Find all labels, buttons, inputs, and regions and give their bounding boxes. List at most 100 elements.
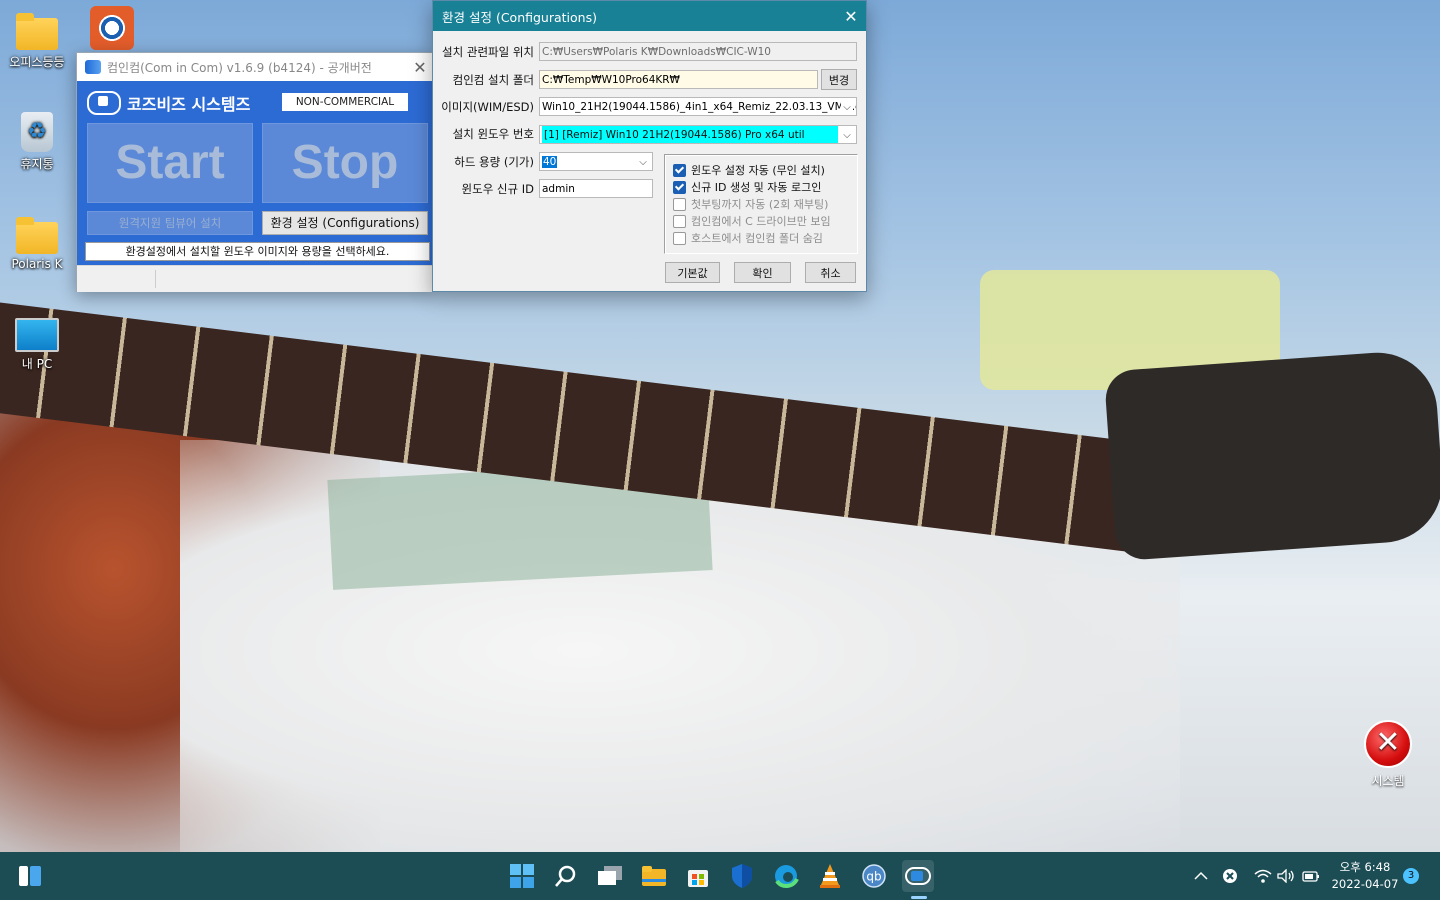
ok-button[interactable]: 확인 <box>734 262 791 283</box>
cic-main-window: 컴인컴(Com in Com) v1.6.9 (b4124) - 공개버전 ✕ … <box>76 52 434 292</box>
desktop-icon-office[interactable]: 오피스등등 <box>2 12 72 70</box>
desktop-icon-polaris[interactable]: Polaris K <box>2 216 72 271</box>
option-hide-folder-checkbox: 호스트에서 컴인컴 폴더 숨김 <box>673 230 823 246</box>
recycle-bin-icon: ♻ <box>21 112 53 152</box>
option-label: 신규 ID 생성 및 자동 로그인 <box>691 181 822 194</box>
window-title: 컴인컴(Com in Com) v1.6.9 (b4124) - 공개버전 <box>107 60 372 75</box>
cic-app-icon <box>85 60 101 74</box>
hint-text: 환경설정에서 설치할 윈도우 이미지와 용량을 선택하세요. <box>85 242 430 261</box>
desktop-icon-system[interactable]: ✕ 시스템 <box>1360 720 1416 789</box>
checkbox-empty-icon <box>673 214 686 228</box>
disk-size-label: 하드 용량 (기가) <box>454 155 534 169</box>
active-app-indicator <box>911 896 927 899</box>
option-label: 첫부팅까지 자동 (2회 재부팅) <box>691 198 829 211</box>
checkbox-empty-icon <box>673 231 686 245</box>
image-label: 이미지(WIM/ESD) <box>441 100 534 114</box>
vlc-icon[interactable] <box>814 860 846 892</box>
chevron-down-icon[interactable]: ⌵ <box>841 98 853 115</box>
disk-size-select[interactable]: 40 ⌵ <box>539 152 653 171</box>
error-x-icon: ✕ <box>1364 720 1412 768</box>
option-label: 컴인컴에서 C 드라이브만 보임 <box>691 215 831 228</box>
new-user-id-field[interactable]: admin <box>539 179 653 198</box>
cancel-button[interactable]: 취소 <box>805 262 856 283</box>
config-dialog: 환경 설정 (Configurations) ✕ 설치 관련파일 위치 C:₩U… <box>432 0 867 292</box>
configurations-button[interactable]: 환경 설정 (Configurations) <box>262 211 428 235</box>
chevron-down-icon[interactable]: ⌵ <box>637 153 649 170</box>
desktop-icon-label: 오피스등등 <box>9 55 65 69</box>
image-select[interactable]: Win10_21H2(19044.1586)_4in1_x64_Remiz_22… <box>539 97 857 116</box>
teamviewer-install-button[interactable]: 원격지원 팀뷰어 설치 <box>87 211 253 235</box>
close-icon[interactable]: ✕ <box>407 58 433 77</box>
file-explorer-icon[interactable] <box>638 860 670 892</box>
change-folder-button[interactable]: 변경 <box>821 69 857 90</box>
clock-date: 2022-04-07 <box>1331 877 1399 891</box>
image-select-value: Win10_21H2(19044.1586)_4in1_x64_Remiz_22… <box>542 101 857 113</box>
status-separator <box>155 270 156 288</box>
edge-browser-icon[interactable] <box>770 860 802 892</box>
volume-icon[interactable] <box>1277 852 1295 900</box>
chevron-down-icon[interactable]: ⌵ <box>841 126 853 143</box>
install-files-location-field: C:₩Users₩Polaris K₩Downloads₩CIC-W10 <box>539 42 857 61</box>
desktop-icon-label: Polaris K <box>11 257 63 271</box>
desktop-icon-recycle-bin[interactable]: ♻ 휴지통 <box>2 112 72 172</box>
option-auto-login-checkbox[interactable]: 신규 ID 생성 및 자동 로그인 <box>673 179 821 195</box>
store-icon[interactable] <box>682 860 714 892</box>
option-first-boot-checkbox: 첫부팅까지 자동 (2회 재부팅) <box>673 196 828 212</box>
cic-taskbar-icon[interactable] <box>902 860 934 892</box>
disk-size-value: 40 <box>542 156 558 168</box>
option-c-drive-only-checkbox: 컴인컴에서 C 드라이브만 보임 <box>673 213 831 229</box>
start-menu-icon[interactable] <box>506 860 538 892</box>
wallpaper-guitar-headstock <box>1103 348 1440 562</box>
stop-button[interactable]: Stop <box>262 123 428 203</box>
windows-index-select[interactable]: [1] [Remiz] Win10 21H2(19044.1586) Pro x… <box>539 125 857 144</box>
close-icon[interactable]: ✕ <box>836 7 866 26</box>
option-label: 호스트에서 컴인컴 폴더 숨김 <box>691 232 823 245</box>
show-hidden-icons-chevron-up-icon[interactable] <box>1194 852 1208 900</box>
option-label: 윈도우 설정 자동 (무인 설치) <box>691 164 825 177</box>
cosbiz-logo-icon <box>87 91 121 115</box>
install-folder-field[interactable]: C:₩Temp₩W10Pro64KR₩ <box>539 70 818 89</box>
monitor-icon <box>15 318 59 352</box>
desktop-icon-label: 내 PC <box>21 357 53 371</box>
shield-icon[interactable] <box>726 860 758 892</box>
system-clock[interactable]: 오후 6:48 2022-04-07 <box>1328 859 1402 893</box>
license-badge: NON-COMMERCIAL <box>282 93 408 111</box>
default-button[interactable]: 기본값 <box>665 262 720 283</box>
search-icon[interactable] <box>550 860 582 892</box>
desktop-icon-this-pc[interactable]: 내 PC <box>2 318 72 372</box>
app-body: 코즈비즈 시스템즈 NON-COMMERCIAL Start Stop 원격지원… <box>77 81 433 265</box>
widgets-icon[interactable] <box>14 860 46 892</box>
folder-icon <box>16 217 58 254</box>
task-view-icon[interactable] <box>594 860 626 892</box>
brand-logo: 코즈비즈 시스템즈 <box>87 91 250 115</box>
checkbox-empty-icon <box>673 197 686 211</box>
notification-count-badge[interactable]: 3 <box>1403 868 1419 884</box>
qb-label: qb <box>866 870 881 884</box>
dialog-title: 환경 설정 (Configurations) <box>442 9 597 25</box>
checkbox-checked-icon <box>673 163 686 177</box>
eye-viewer-icon <box>90 6 134 50</box>
option-unattended-checkbox[interactable]: 윈도우 설정 자동 (무인 설치) <box>673 162 825 178</box>
qbittorrent-icon[interactable]: qb <box>858 860 890 892</box>
dialog-titlebar[interactable]: 환경 설정 (Configurations) ✕ <box>433 1 866 31</box>
folder-icon <box>16 13 58 50</box>
brand-name: 코즈비즈 시스템즈 <box>127 95 251 114</box>
windows-index-label: 설치 윈도우 번호 <box>452 127 534 141</box>
install-files-location-label: 설치 관련파일 위치 <box>442 45 534 59</box>
windows-index-value: [1] [Remiz] Win10 21H2(19044.1586) Pro x… <box>542 126 838 143</box>
new-user-id-label: 윈도우 신규 ID <box>461 182 534 196</box>
install-folder-label: 컴인컴 설치 폴더 <box>452 73 534 87</box>
clock-time: 오후 6:48 <box>1339 860 1391 874</box>
desktop-icon-label: 시스템 <box>1371 774 1405 788</box>
desktop-icon-label: 휴지통 <box>20 157 54 171</box>
tray-app-icon[interactable] <box>1222 852 1238 900</box>
checkbox-checked-icon <box>673 180 686 194</box>
options-group: 윈도우 설정 자동 (무인 설치) 신규 ID 생성 및 자동 로그인 첫부팅까… <box>664 154 858 254</box>
battery-icon[interactable] <box>1302 852 1320 900</box>
desktop-icon-faststone[interactable] <box>82 6 142 53</box>
status-bar <box>77 265 433 292</box>
window-titlebar[interactable]: 컴인컴(Com in Com) v1.6.9 (b4124) - 공개버전 ✕ <box>77 53 433 81</box>
taskbar: qb 오후 6:48 2022-04-07 3 <box>0 852 1440 900</box>
start-button[interactable]: Start <box>87 123 253 203</box>
wifi-icon[interactable] <box>1254 852 1272 900</box>
